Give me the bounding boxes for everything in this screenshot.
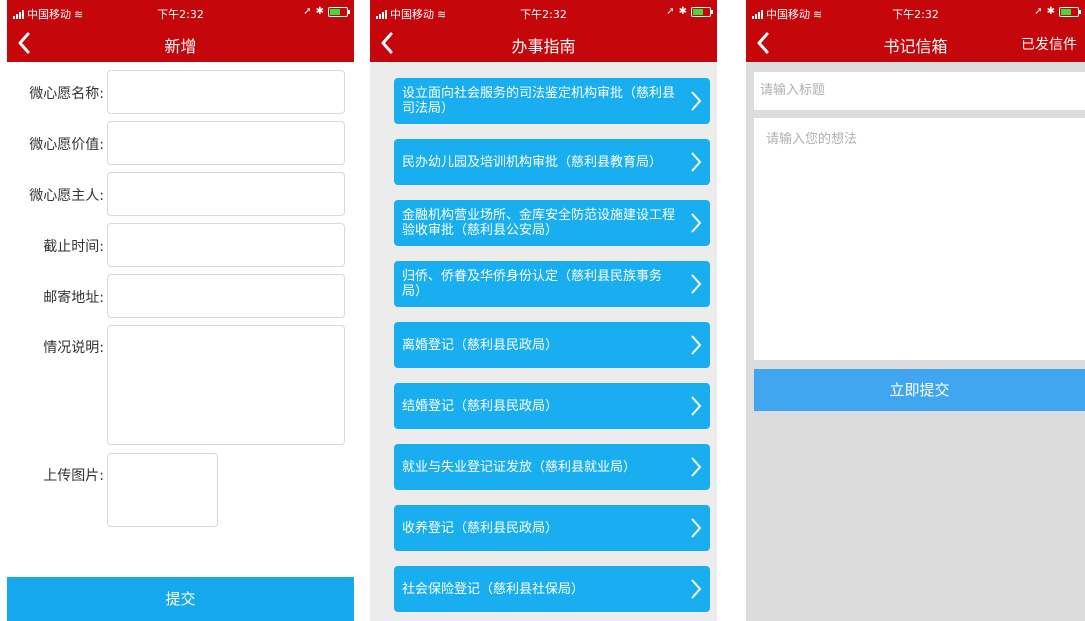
list-item[interactable]: 社会保险登记（慈利县社保局） (394, 566, 710, 612)
list-item[interactable]: 结婚登记（慈利县民政局） (394, 383, 710, 429)
chevron-right-icon (691, 274, 702, 294)
list-item-label: 民办幼儿园及培训机构审批（慈利县教育局） (402, 154, 663, 170)
form-row-address: 邮寄地址: (7, 274, 354, 318)
list-item-label: 金融机构营业场所、金库安全防范设施建设工程验收审批（慈利县公安局） (402, 208, 676, 238)
secretary-mailbox-screen: 中国移动 ≋ 下午2:32 ➚ ✱ 书记信箱 已发信件 请输入标题 请输入您的想… (746, 0, 1085, 621)
list-item-label: 社会保险登记（慈利县社保局） (402, 581, 585, 597)
nav-bar: 新增 (7, 24, 354, 62)
letter-content-textarea[interactable]: 请输入您的想法 (754, 118, 1085, 360)
description-textarea[interactable] (107, 325, 345, 445)
nav-bar: 办事指南 (370, 24, 717, 62)
field-label: 邮寄地址: (43, 290, 104, 306)
battery-icon (328, 6, 350, 17)
chevron-right-icon (691, 457, 702, 477)
submit-now-button[interactable]: 立即提交 (754, 369, 1085, 411)
list-item[interactable]: 就业与失业登记证发放（慈利县就业局） (394, 444, 710, 490)
bluetooth-icon: ✱ (1046, 6, 1055, 17)
list-item[interactable]: 民办幼儿园及培训机构审批（慈利县教育局） (394, 139, 710, 185)
sent-letters-button[interactable]: 已发信件 (1021, 34, 1077, 54)
service-guide-screen: 中国移动 ≋ 下午2:32 ➚ ✱ 办事指南 设立面向社会服务的司法鉴定机构审批… (370, 0, 717, 621)
form-row-deadline: 截止时间: (7, 223, 354, 267)
wish-value-input[interactable] (107, 121, 345, 165)
form-row-wish-value: 微心愿价值: (7, 121, 354, 165)
submit-button[interactable]: 提交 (7, 577, 354, 621)
list-item[interactable]: 归侨、侨眷及华侨身份认定（慈利县民族事务局） (394, 261, 710, 307)
chevron-right-icon (691, 213, 702, 233)
field-label: 情况说明: (43, 340, 104, 356)
mailing-address-input[interactable] (107, 274, 345, 318)
list-item-label: 结婚登记（慈利县民政局） (402, 398, 559, 414)
battery-icon (691, 6, 713, 17)
image-upload-box[interactable] (107, 453, 218, 527)
form-row-wish-owner: 微心愿主人: (7, 172, 354, 216)
list-item[interactable]: 金融机构营业场所、金库安全防范设施建设工程验收审批（慈利县公安局） (394, 200, 710, 246)
form-row-description: 情况说明: (7, 325, 354, 445)
chevron-right-icon (691, 91, 702, 111)
form-row-wish-name: 微心愿名称: (7, 70, 354, 114)
page-title: 办事指南 (511, 37, 576, 56)
status-bar: 中国移动 ≋ 下午2:32 ➚ ✱ (7, 0, 354, 24)
form-row-upload: 上传图片: (7, 453, 354, 527)
field-label: 微心愿价值: (29, 137, 104, 153)
chevron-right-icon (691, 579, 702, 599)
letter-title-input[interactable]: 请输入标题 (754, 72, 1085, 110)
list-item-label: 就业与失业登记证发放（慈利县就业局） (402, 459, 637, 475)
location-icon: ➚ (303, 6, 312, 17)
chevron-right-icon (691, 518, 702, 538)
field-label: 微心愿名称: (29, 86, 104, 102)
field-label: 微心愿主人: (29, 188, 104, 204)
clock: 下午2:32 (157, 8, 204, 21)
chevron-right-icon (691, 335, 702, 355)
bluetooth-icon: ✱ (315, 6, 324, 17)
list-item-label: 设立面向社会服务的司法鉴定机构审批（慈利县司法局） (402, 86, 676, 116)
chevron-right-icon (691, 152, 702, 172)
location-icon: ➚ (1034, 6, 1043, 17)
nav-bar: 书记信箱 已发信件 (746, 24, 1085, 62)
clock: 下午2:32 (520, 8, 567, 21)
battery-icon (1059, 6, 1081, 17)
status-bar: 中国移动 ≋ 下午2:32 ➚ ✱ (746, 0, 1085, 24)
deadline-input[interactable] (107, 223, 345, 267)
list-item-label: 归侨、侨眷及华侨身份认定（慈利县民族事务局） (402, 269, 663, 299)
field-label: 截止时间: (43, 239, 104, 255)
list-item-label: 收养登记（慈利县民政局） (402, 520, 559, 536)
status-bar: 中国移动 ≋ 下午2:32 ➚ ✱ (370, 0, 717, 24)
field-label: 上传图片: (43, 468, 104, 484)
page-title: 新增 (164, 37, 197, 56)
list-item-label: 离婚登记（慈利县民政局） (402, 337, 559, 353)
list-item[interactable]: 设立面向社会服务的司法鉴定机构审批（慈利县司法局） (394, 78, 710, 124)
list-item[interactable]: 离婚登记（慈利县民政局） (394, 322, 710, 368)
wish-name-input[interactable] (107, 70, 345, 114)
add-wish-screen: 中国移动 ≋ 下午2:32 ➚ ✱ 新增 微心愿名称: 微心愿价值: 微心愿主人… (7, 0, 354, 621)
chevron-right-icon (691, 396, 702, 416)
wish-owner-input[interactable] (107, 172, 345, 216)
list-item[interactable]: 收养登记（慈利县民政局） (394, 505, 710, 551)
bluetooth-icon: ✱ (678, 6, 687, 17)
location-icon: ➚ (666, 6, 675, 17)
